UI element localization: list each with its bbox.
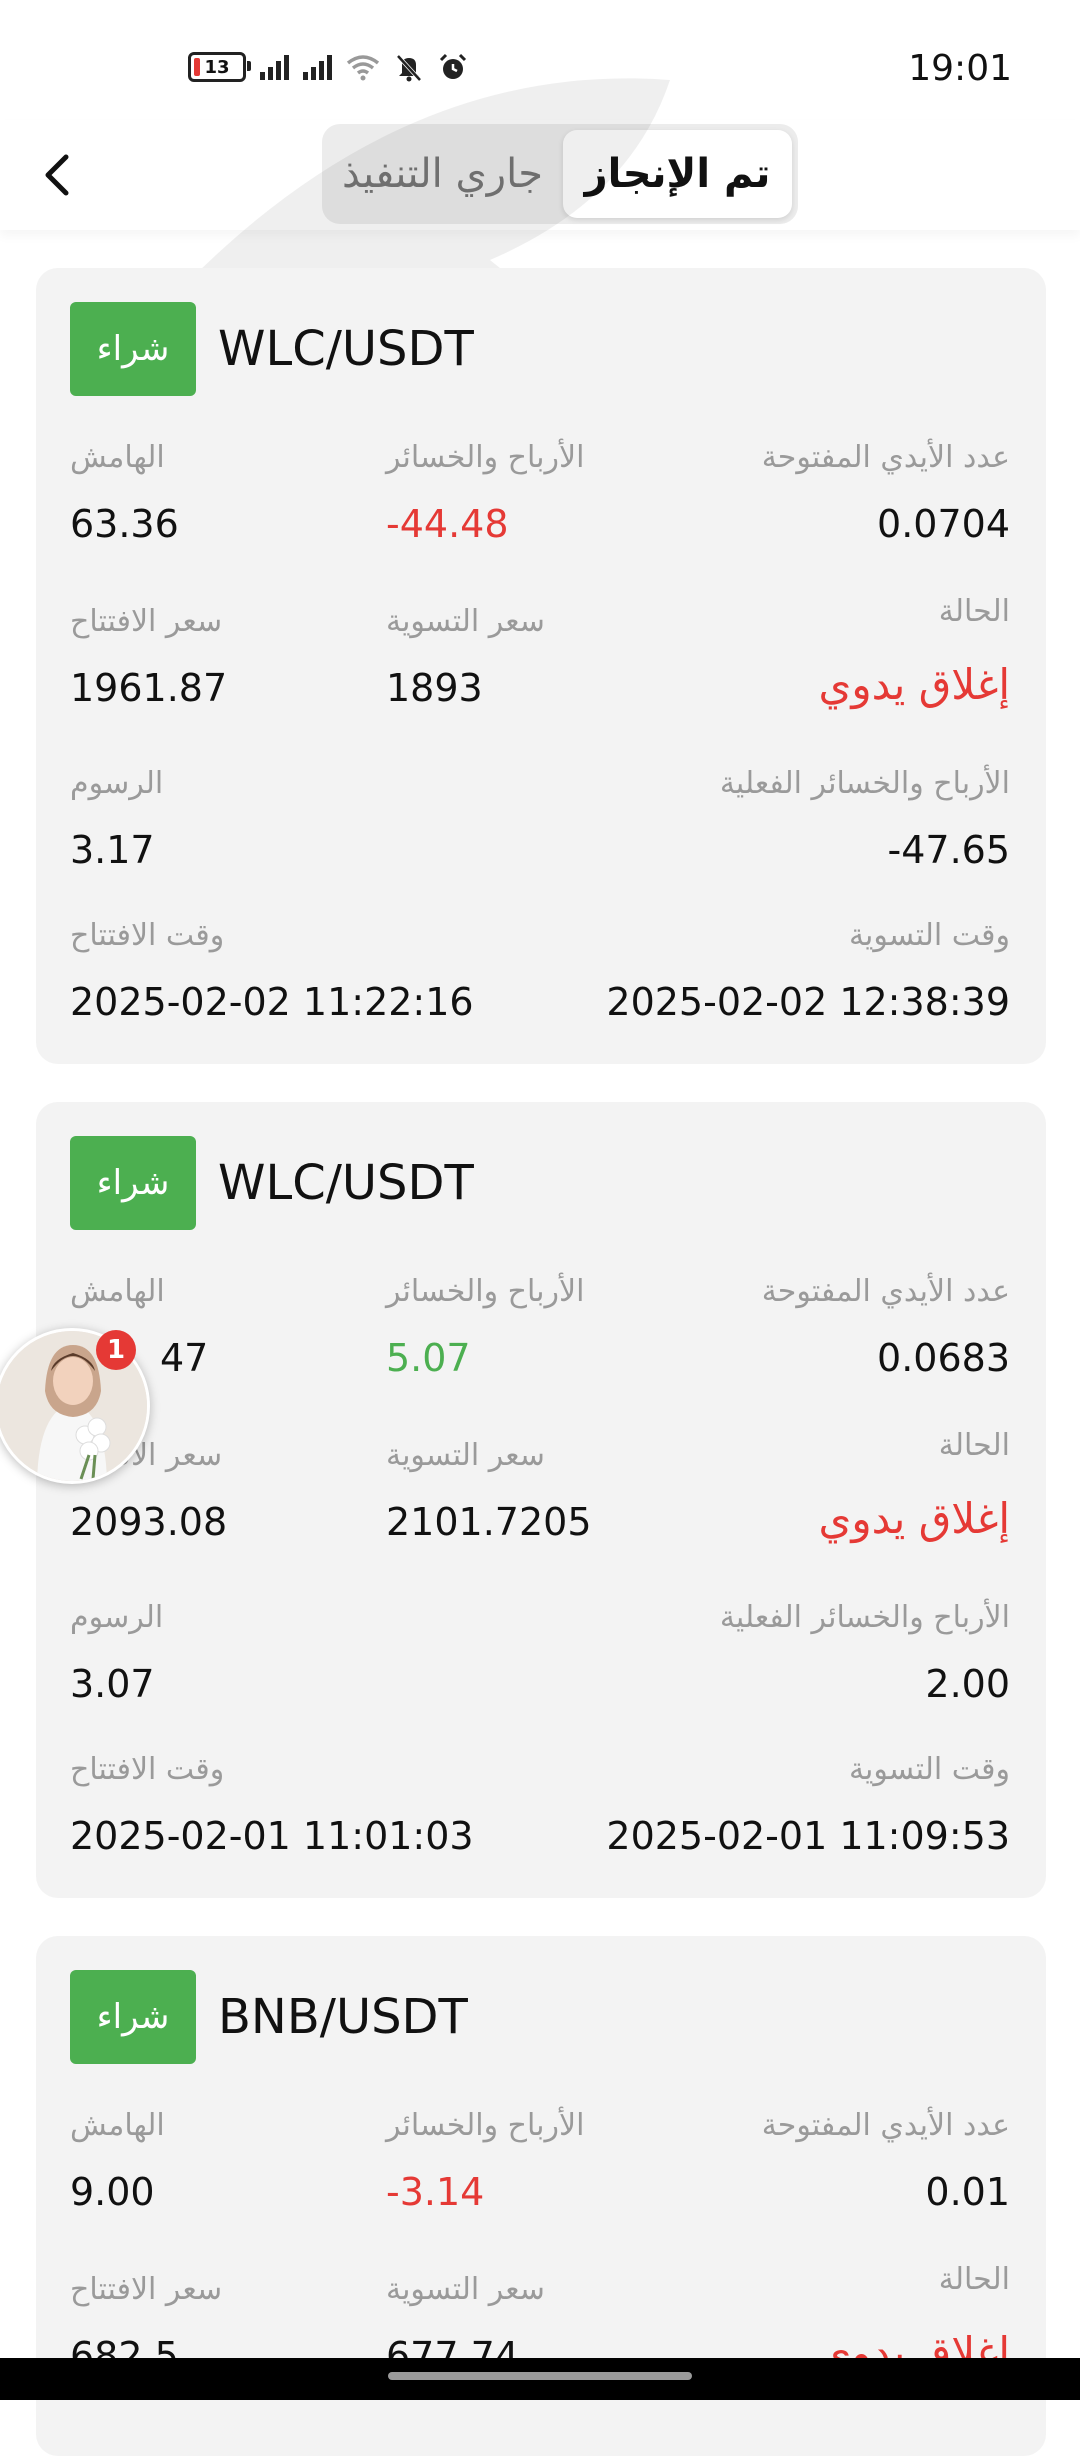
status-icons: 13 [188,52,468,82]
status-value: إغلاق يدوي [818,660,1010,709]
fees-label: الرسوم [70,766,164,801]
settle-price-label: سعر التسوية [386,604,545,639]
signal-icon-2 [303,54,332,80]
open-lots-label: عدد الأيدي المفتوحة [761,2108,1010,2143]
order-header: شراء BNB/USDT [70,1970,468,2064]
open-price-value: 1961.87 [70,666,228,710]
battery-icon: 13 [188,52,251,82]
home-gesture-handle[interactable] [388,2372,692,2380]
settle-price-label: سعر التسوية [386,1438,545,1473]
margin-value: 63.36 [70,502,179,546]
fees-label: الرسوم [70,1600,164,1635]
tab-switcher: جاري التنفيذ تم الإنجاز [322,124,798,224]
margin-value: 47 [160,1336,209,1380]
open-time-value: 2025-02-01 11:01:03 [70,1814,474,1858]
real-pnl-value: -47.65 [887,828,1011,872]
status-label: الحالة [938,594,1010,629]
status-value: إغلاق يدوي [818,1494,1010,1543]
open-lots-value: 0.0704 [877,502,1010,546]
open-price-label: سعر الافتتاح [70,604,223,639]
buy-badge: شراء [70,1970,196,2064]
alarm-icon [439,53,467,79]
clock: 19:01 [908,48,1012,89]
order-header: شراء WLC/USDT [70,302,474,396]
trading-pair: WLC/USDT [218,321,474,377]
settle-price-value: 2101.7205 [386,1500,592,1544]
real-pnl-value: 2.00 [925,1662,1010,1706]
battery-level: 13 [204,56,230,78]
notification-badge: 1 [96,1330,136,1370]
header: جاري التنفيذ تم الإنجاز [0,120,1080,230]
buy-badge: شراء [70,1136,196,1230]
settle-price-value: 1893 [386,666,483,710]
back-button[interactable] [32,150,82,200]
open-lots-label: عدد الأيدي المفتوحة [761,440,1010,475]
pnl-label: الأرباح والخسائر [386,440,585,475]
wifi-icon [346,55,380,81]
settle-time-label: وقت التسوية [848,918,1010,953]
system-navigation-bar [0,2358,1080,2400]
pnl-value: -44.48 [386,502,509,546]
status-bar: 13 19:01 [0,0,1080,120]
trading-pair: BNB/USDT [218,1989,468,2045]
mute-icon [396,54,422,82]
settle-time-value: 2025-02-02 12:38:39 [606,980,1010,1024]
open-price-value: 2093.08 [70,1500,228,1544]
tab-in-progress[interactable]: جاري التنفيذ [328,130,557,218]
pnl-value: 5.07 [386,1336,471,1380]
buy-badge: شراء [70,302,196,396]
fees-value: 3.17 [70,828,155,872]
open-lots-value: 0.01 [925,2170,1010,2214]
open-price-label: سعر الافتتاح [70,2272,223,2307]
open-lots-value: 0.0683 [877,1336,1010,1380]
margin-label: الهامش [70,2108,165,2143]
real-pnl-label: الأرباح والخسائر الفعلية [719,766,1010,801]
pnl-label: الأرباح والخسائر [386,1274,585,1309]
settle-time-label: وقت التسوية [848,1752,1010,1787]
open-lots-label: عدد الأيدي المفتوحة [761,1274,1010,1309]
status-label: الحالة [938,1428,1010,1463]
real-pnl-label: الأرباح والخسائر الفعلية [719,1600,1010,1635]
trading-pair: WLC/USDT [218,1155,474,1211]
signal-icon [260,54,289,80]
order-card-2: شراء WLC/USDT الهامش الأرباح والخسائر عد… [36,1102,1046,1898]
open-time-label: وقت الافتتاح [70,918,225,953]
pnl-label: الأرباح والخسائر [386,2108,585,2143]
tab-completed[interactable]: تم الإنجاز [563,130,792,218]
order-card-1: شراء WLC/USDT الهامش الأرباح والخسائر عد… [36,268,1046,1064]
settle-price-label: سعر التسوية [386,2272,545,2307]
margin-value: 9.00 [70,2170,155,2214]
fees-value: 3.07 [70,1662,155,1706]
status-label: الحالة [938,2262,1010,2297]
margin-label: الهامش [70,1274,165,1309]
open-time-label: وقت الافتتاح [70,1752,225,1787]
settle-time-value: 2025-02-01 11:09:53 [606,1814,1010,1858]
order-header: شراء WLC/USDT [70,1136,474,1230]
pnl-value: -3.14 [386,2170,485,2214]
margin-label: الهامش [70,440,165,475]
chevron-left-icon [45,154,69,196]
open-time-value: 2025-02-02 11:22:16 [70,980,474,1024]
